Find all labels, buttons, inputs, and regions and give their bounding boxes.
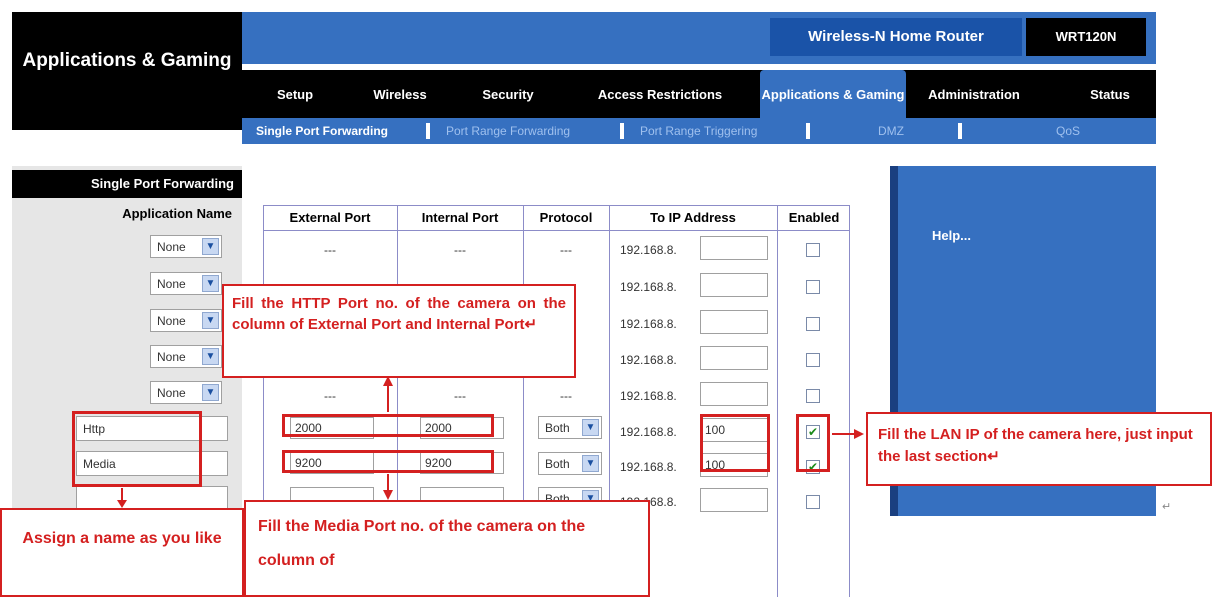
assign-name-callout: Assign a name as you like (0, 508, 244, 597)
arrow-head-icon (383, 490, 393, 500)
http-port-callout: Fill the HTTP Port no. of the camera on … (222, 284, 576, 378)
arrow-head-icon (854, 429, 864, 439)
arrow-head-icon (117, 500, 127, 508)
lan-ip-callout: Fill the LAN IP of the camera here, just… (866, 412, 1212, 486)
paragraph-mark: ↵ (1162, 501, 1172, 513)
media-port-callout: Fill the Media Port no. of the camera on… (244, 500, 650, 597)
